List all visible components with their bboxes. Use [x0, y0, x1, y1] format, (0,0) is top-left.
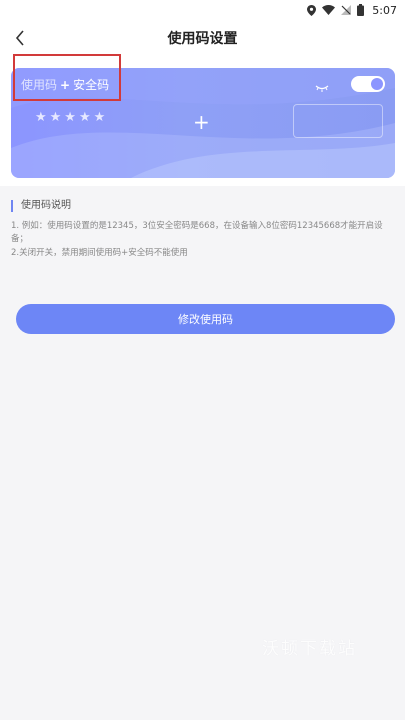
section-title: 使用码说明 — [11, 200, 71, 212]
wifi-icon — [322, 5, 336, 15]
location-icon — [307, 4, 317, 16]
no-signal-icon — [341, 5, 352, 15]
enable-toggle[interactable] — [351, 76, 385, 92]
highlight-box — [13, 54, 121, 101]
modify-code-button[interactable]: 修改使用码 — [16, 304, 395, 334]
security-code-input[interactable] — [293, 104, 383, 138]
description-line-1: 1. 例如：使用码设置的是12345，3位安全密码是668，在设备输入8位密码1… — [11, 221, 383, 244]
description: 1. 例如：使用码设置的是12345，3位安全密码是668，在设备输入8位密码1… — [11, 220, 399, 261]
use-code-mask: ★★★★★ — [35, 110, 109, 125]
battery-icon — [357, 4, 365, 16]
eye-closed-icon[interactable] — [315, 78, 329, 97]
watermark: 沃顿下载站 — [262, 639, 357, 659]
toggle-knob — [371, 78, 383, 90]
page-title: 使用码设置 — [167, 31, 238, 47]
status-bar: 5:07 — [0, 0, 405, 20]
nav-bar: 使用码设置 — [0, 20, 405, 56]
status-time: 5:07 — [372, 3, 397, 17]
description-line-2: 2.关闭开关，禁用期间使用码+安全码不能使用 — [11, 248, 188, 258]
plus-sign: + — [193, 110, 210, 134]
